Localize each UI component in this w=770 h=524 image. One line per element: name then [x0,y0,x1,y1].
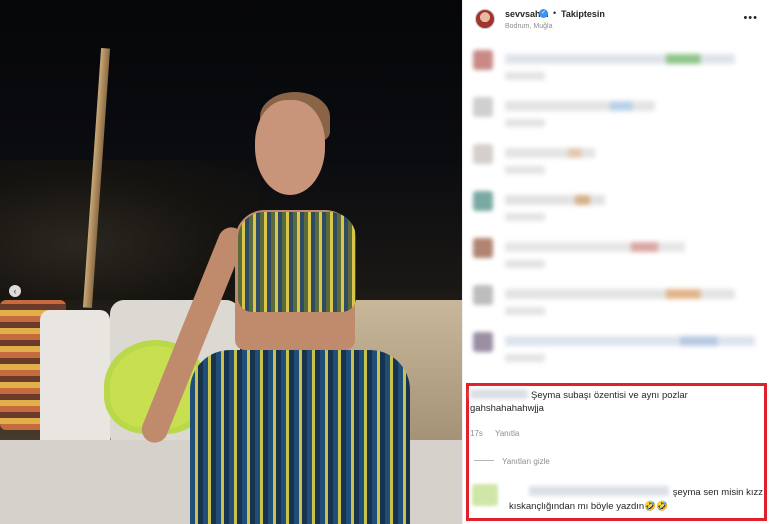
carousel-prev-icon[interactable]: ‹ [9,285,21,297]
reply-avatar[interactable] [472,484,498,506]
blurred-text [505,242,685,252]
divider-line [474,460,494,461]
blurred-comment-row [473,285,763,329]
blurred-comment-row [473,144,763,188]
more-options-icon[interactable]: ••• [743,12,758,24]
comment-meta: 17s Yanıtla [470,429,529,438]
blurred-text [505,336,755,346]
post-header: sevvsahin ✓ • Takiptesin Bodrum, Muğla •… [463,0,770,38]
reply-comment: şeyma sen misin kızz kıskançlığından mı … [509,486,763,514]
blurred-text [505,195,605,205]
blurred-comment-row [473,332,763,376]
blurred-text [505,101,655,111]
follow-status-button[interactable]: Takiptesin [561,9,605,19]
blurred-text [505,148,595,158]
blurred-meta [505,260,545,268]
patterned-top [238,212,356,312]
blurred-reply-name [528,486,669,496]
blurred-text [505,289,735,299]
blurred-meta [505,166,545,174]
blurred-commenter-name [470,389,528,399]
blurred-avatar [473,238,493,258]
blurred-avatar [473,144,493,164]
separator-dot: • [553,8,557,18]
blurred-meta [505,354,545,362]
blurred-meta [505,213,545,221]
blurred-meta [505,119,545,127]
post-photo[interactable]: ‹ [0,0,462,524]
avatar[interactable] [475,9,495,29]
blurred-text [505,54,735,64]
blurred-comment-row [473,50,763,94]
highlighted-comment: Şeyma subaşı özentisi ve aynı pozlar gah… [470,389,762,415]
head [255,100,325,195]
blurred-comment-row [473,238,763,282]
hide-replies-label: Yanıtları gizle [502,457,550,466]
woman-figure [137,92,410,524]
blurred-meta [505,307,545,315]
blurred-avatar [473,191,493,211]
verified-badge-icon: ✓ [539,9,548,18]
white-pillow [40,310,110,450]
reply-text-line2: kıskançlığından mı böyle yazdın🤣🤣 [509,501,668,512]
reply-button[interactable]: Yanıtla [495,429,519,438]
location-link[interactable]: Bodrum, Muğla [505,23,552,30]
patterned-pants [190,350,410,524]
blurred-avatar [473,332,493,352]
blurred-comment-row [473,191,763,235]
blurred-avatar [473,285,493,305]
reply-text-line1: şeyma sen misin kızz [672,487,763,498]
blurred-avatar [473,97,493,117]
blurred-meta [505,72,545,80]
blurred-avatar [473,50,493,70]
hide-replies-button[interactable]: Yanıtları gizle [474,457,550,466]
blurred-comment-row [473,97,763,141]
comment-time: 17s [470,429,483,438]
